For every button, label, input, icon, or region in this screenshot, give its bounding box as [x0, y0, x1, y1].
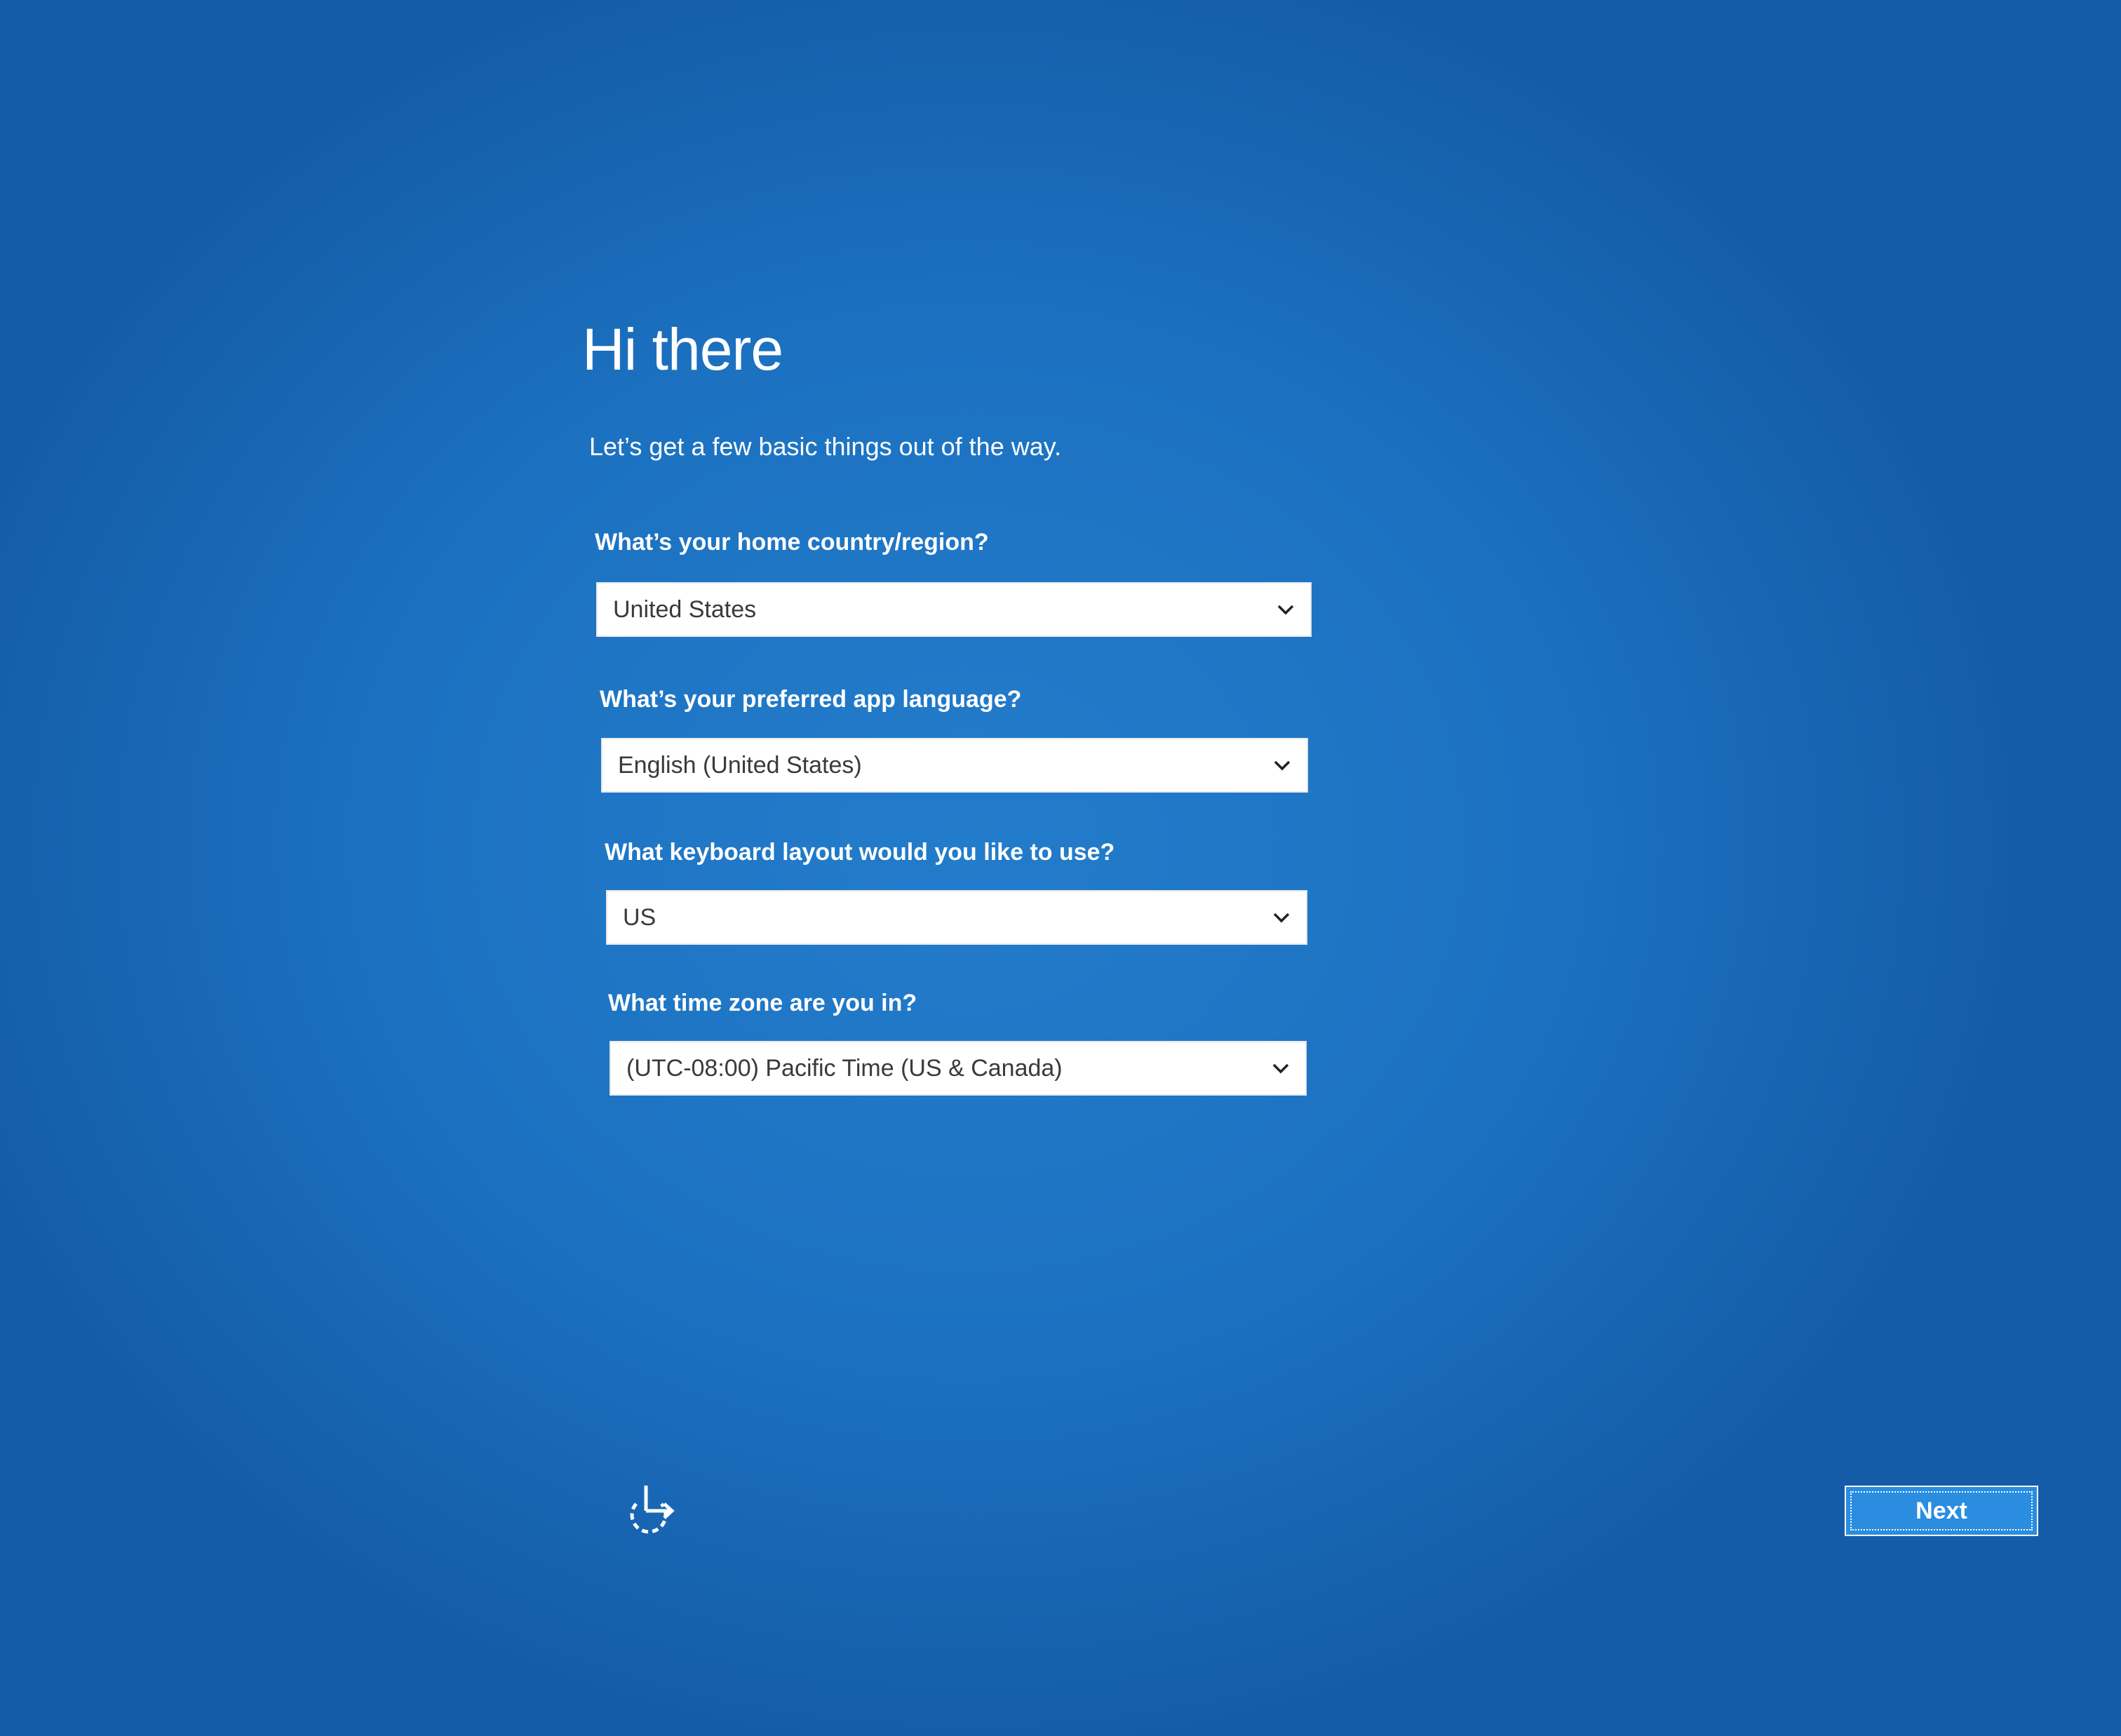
- country-question-label: What’s your home country/region?: [595, 529, 989, 556]
- language-question-label: What’s your preferred app language?: [600, 686, 1022, 713]
- ease-of-access-icon[interactable]: [621, 1480, 678, 1537]
- country-select-value: United States: [613, 596, 757, 623]
- keyboard-select[interactable]: US: [606, 890, 1307, 945]
- keyboard-question-label: What keyboard layout would you like to u…: [605, 839, 1115, 866]
- timezone-select[interactable]: (UTC-08:00) Pacific Time (US & Canada): [610, 1041, 1307, 1096]
- keyboard-select-value: US: [623, 903, 656, 931]
- chevron-down-icon: [1258, 739, 1307, 791]
- language-select[interactable]: English (United States): [601, 738, 1308, 793]
- page-subtitle: Let’s get a few basic things out of the …: [589, 432, 1062, 461]
- chevron-down-icon: [1261, 584, 1310, 635]
- chevron-down-icon: [1257, 891, 1306, 943]
- timezone-select-value: (UTC-08:00) Pacific Time (US & Canada): [626, 1054, 1063, 1082]
- country-select[interactable]: United States: [596, 582, 1312, 637]
- page-title: Hi there: [582, 316, 783, 382]
- focus-rectangle: [1850, 1491, 2033, 1530]
- next-button[interactable]: Next: [1845, 1486, 2038, 1536]
- language-select-value: English (United States): [618, 751, 862, 779]
- chevron-down-icon: [1256, 1042, 1305, 1094]
- timezone-question-label: What time zone are you in?: [608, 990, 917, 1016]
